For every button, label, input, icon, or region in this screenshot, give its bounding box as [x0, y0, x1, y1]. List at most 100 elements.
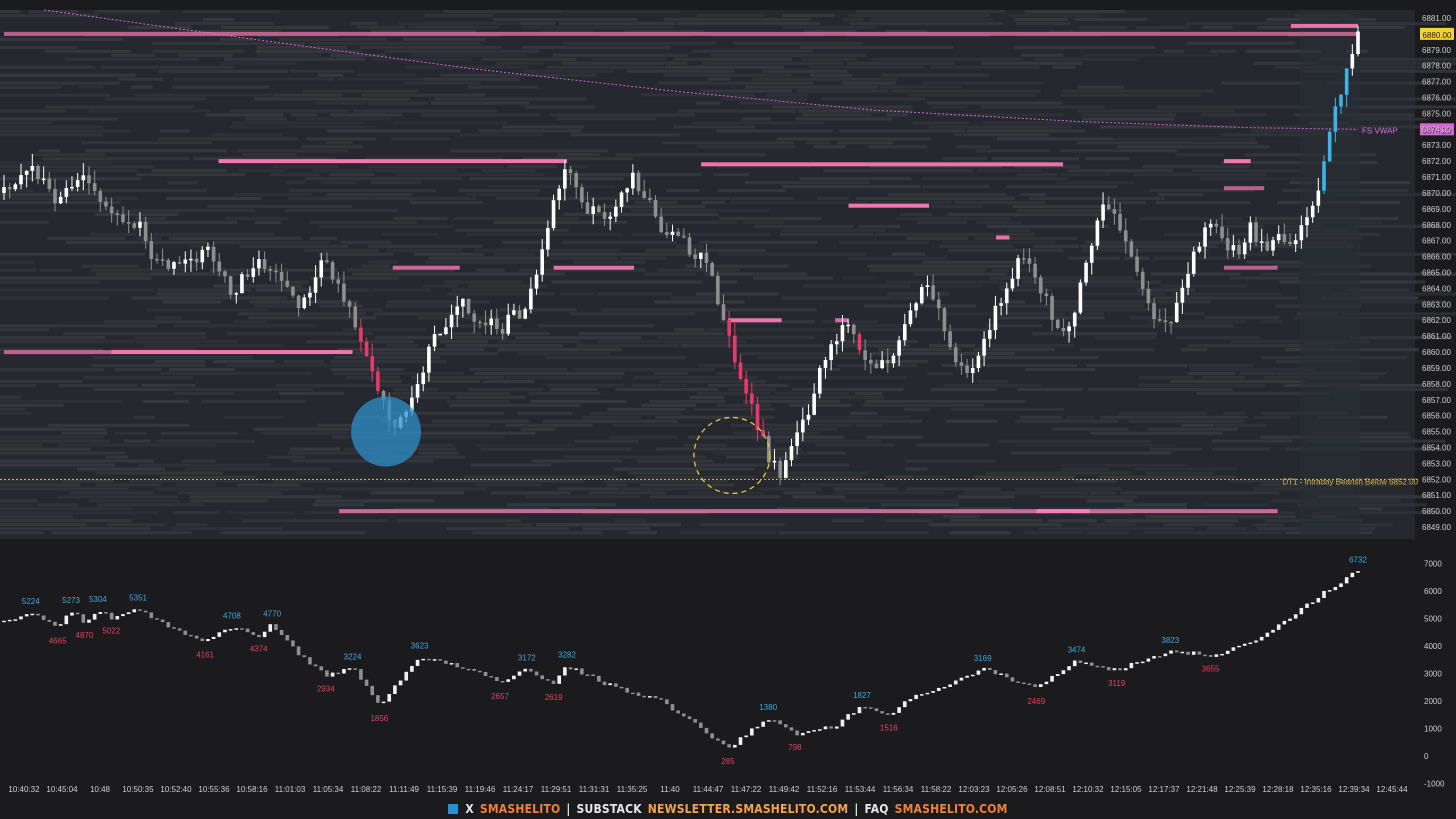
heatmap-cell — [312, 503, 365, 507]
delta-candle — [359, 669, 363, 680]
heatmap-cell — [346, 41, 481, 45]
delta-candle — [1242, 643, 1247, 646]
candle-body — [183, 259, 188, 264]
heatmap-cell — [0, 399, 122, 403]
liquidity-level — [701, 162, 1064, 167]
heatmap-cell — [865, 435, 924, 439]
heatmap-cell — [0, 435, 104, 439]
heatmap-cell — [813, 145, 846, 149]
delta-candle — [291, 640, 295, 647]
heatmap-cell — [837, 141, 894, 145]
liquidity-level — [1290, 23, 1358, 28]
delta-candle — [302, 655, 307, 658]
heatmap-cell — [1080, 292, 1166, 296]
heatmap-cell — [999, 439, 1152, 443]
heatmap-cell — [156, 439, 256, 443]
heatmap-cell — [393, 216, 448, 220]
candle-body — [257, 259, 261, 269]
faq-link[interactable]: SMASHELITO.COM — [895, 802, 1008, 816]
heatmap-cell — [1089, 523, 1135, 527]
heatmap-cell — [0, 447, 91, 451]
liquidity-level — [1036, 509, 1090, 514]
heatmap-cell — [519, 21, 556, 26]
heatmap-cell — [557, 153, 600, 157]
delta-candle — [1135, 662, 1139, 664]
candle-body — [857, 334, 862, 351]
candle-body — [880, 360, 884, 369]
heatmap-cell — [114, 367, 162, 372]
heatmap-cell — [131, 296, 288, 300]
price-tick-label: 6853.00 — [1422, 459, 1451, 468]
x-handle-link[interactable]: SMASHELITO — [480, 802, 561, 816]
candle-body — [1140, 271, 1145, 289]
time-tick-label: 10:48 — [90, 785, 111, 794]
heatmap-cell — [515, 336, 642, 340]
heatmap-cell — [1245, 260, 1305, 264]
heatmap-cell — [1138, 375, 1194, 380]
heatmap-cell — [1008, 13, 1101, 18]
candle-body — [704, 252, 709, 264]
heatmap-cell — [301, 145, 363, 149]
delta-candle — [1225, 650, 1230, 654]
candle-body — [665, 232, 669, 235]
liquidity-level — [1223, 186, 1265, 191]
candle-body — [591, 206, 595, 214]
heatmap-cell — [506, 165, 558, 169]
heatmap-cell — [615, 153, 766, 157]
heatmap-cell — [1147, 427, 1238, 431]
heatmap-cell — [456, 395, 527, 399]
candle-body — [200, 249, 205, 263]
heatmap-cell — [673, 125, 755, 129]
heatmap-cell — [95, 471, 223, 475]
heatmap-cell — [0, 451, 125, 455]
heatmap-cell — [100, 65, 235, 69]
heatmap-cell — [692, 407, 775, 411]
liquidity-level — [835, 318, 849, 323]
heatmap-cell — [229, 109, 349, 113]
heatmap-cell — [146, 308, 269, 312]
heatmap-cell — [1181, 423, 1214, 427]
liquidity-level — [848, 203, 930, 208]
delta-candle — [580, 668, 584, 675]
candle-body — [614, 206, 618, 217]
heatmap-cell — [0, 519, 132, 523]
heatmap-cell — [306, 137, 376, 141]
heatmap-cell — [1020, 53, 1064, 57]
delta-candle — [347, 668, 352, 670]
heatmap-cell — [1136, 288, 1196, 292]
delta-candle — [308, 657, 312, 665]
candle-body — [789, 446, 794, 461]
candle-body — [1135, 256, 1139, 272]
heatmap-cell — [371, 288, 431, 292]
delta-peak-label: 4770 — [263, 610, 281, 619]
delta-candle — [1310, 602, 1315, 604]
heatmap-cell — [1215, 423, 1267, 427]
heatmap-cell — [576, 344, 680, 348]
delta-candle — [874, 708, 879, 712]
heatmap-cell — [0, 10, 21, 14]
heatmap-cell — [558, 487, 620, 491]
delta-candle — [1316, 598, 1321, 603]
heatmap-cell — [361, 264, 390, 268]
heatmap-cell — [557, 117, 657, 121]
heatmap-cell — [325, 141, 353, 145]
candle-body — [1344, 68, 1349, 95]
last-price-value: 6880.00 — [1423, 31, 1452, 40]
heatmap-cell — [385, 248, 463, 252]
heatmap-cell — [232, 320, 268, 324]
heatmap-cell — [1059, 173, 1110, 177]
heatmap-cell — [50, 531, 192, 535]
delta-candle — [489, 676, 494, 678]
heatmap-cell — [644, 272, 696, 276]
heatmap-cell — [165, 196, 262, 201]
heatmap-cell — [0, 403, 64, 407]
heatmap-cell — [90, 232, 136, 236]
heatmap-cell — [257, 53, 322, 57]
delta-candle — [965, 675, 969, 678]
heatmap-cell — [0, 109, 67, 113]
substack-link[interactable]: NEWSLETTER.SMASHELITO.COM — [648, 802, 849, 816]
delta-candle — [1344, 577, 1349, 584]
heatmap-cell — [521, 25, 675, 30]
candle-body — [914, 303, 918, 311]
heatmap-cell — [0, 220, 49, 224]
